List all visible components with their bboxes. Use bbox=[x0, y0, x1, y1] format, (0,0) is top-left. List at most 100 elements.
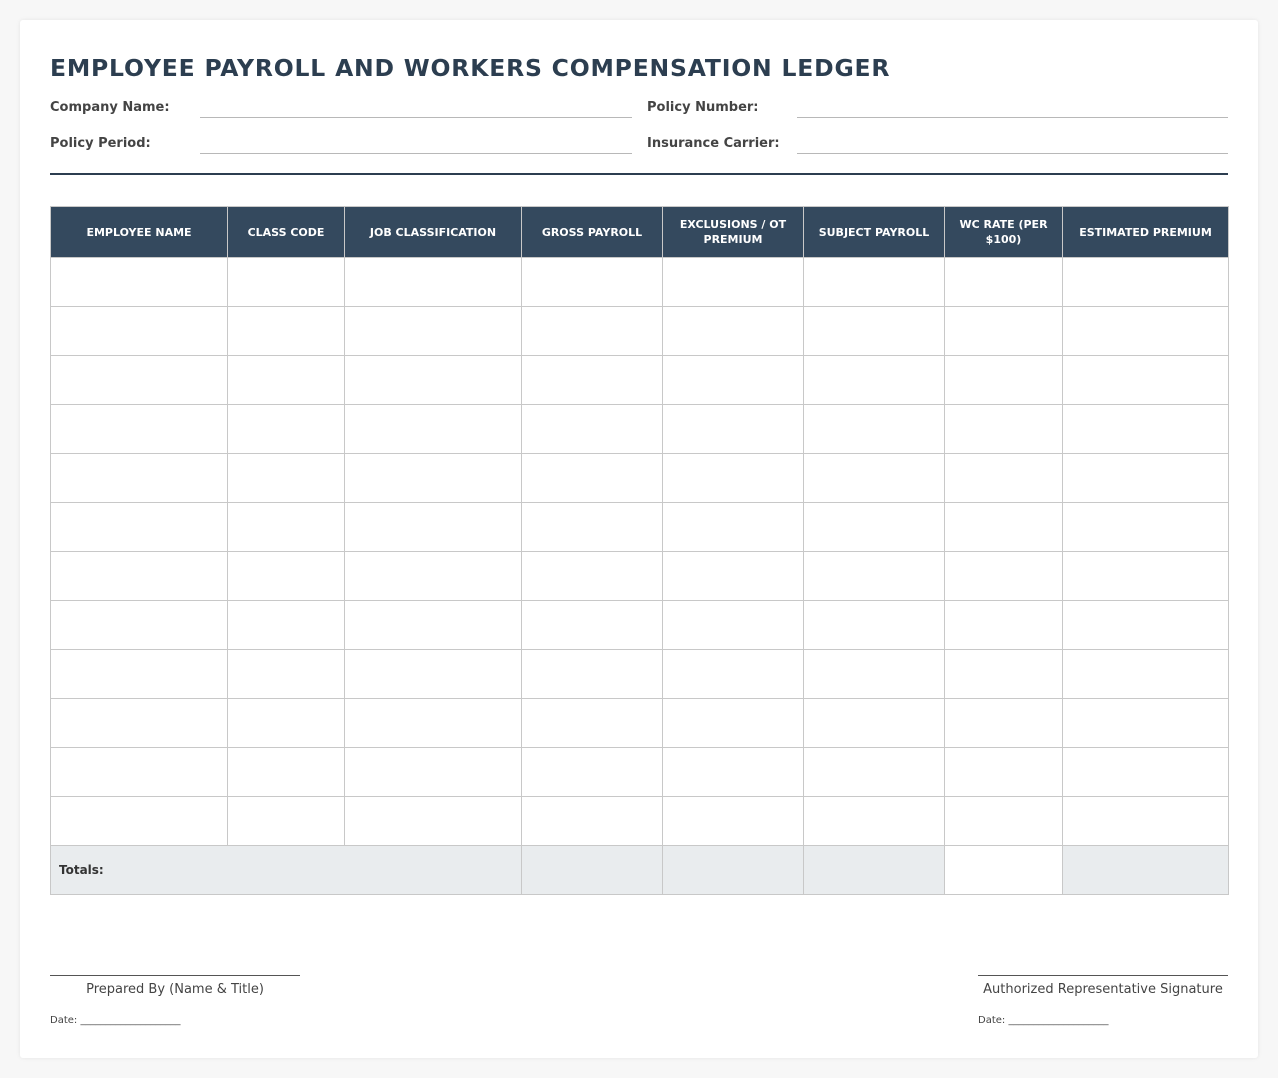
table-cell[interactable] bbox=[50, 698, 228, 748]
table-cell[interactable] bbox=[521, 551, 663, 601]
table-cell[interactable] bbox=[662, 649, 804, 699]
table-cell[interactable] bbox=[1062, 600, 1229, 650]
table-cell[interactable] bbox=[344, 600, 522, 650]
table-cell[interactable] bbox=[50, 502, 228, 552]
total-estimated-premium-cell[interactable] bbox=[1062, 845, 1229, 895]
table-cell[interactable] bbox=[344, 306, 522, 356]
total-gross-payroll-cell[interactable] bbox=[521, 845, 663, 895]
table-cell[interactable] bbox=[803, 698, 945, 748]
table-cell[interactable] bbox=[662, 551, 804, 601]
table-cell[interactable] bbox=[227, 698, 345, 748]
table-cell[interactable] bbox=[944, 257, 1063, 307]
table-cell[interactable] bbox=[50, 355, 228, 405]
table-cell[interactable] bbox=[662, 306, 804, 356]
total-exclusions-cell[interactable] bbox=[662, 845, 804, 895]
table-cell[interactable] bbox=[1062, 747, 1229, 797]
table-cell[interactable] bbox=[944, 649, 1063, 699]
table-cell[interactable] bbox=[521, 453, 663, 503]
table-cell[interactable] bbox=[1062, 453, 1229, 503]
table-cell[interactable] bbox=[50, 306, 228, 356]
table-cell[interactable] bbox=[662, 404, 804, 454]
table-cell[interactable] bbox=[227, 796, 345, 846]
table-cell[interactable] bbox=[803, 453, 945, 503]
authorized-date[interactable]: Date: ____________________ bbox=[978, 1015, 1108, 1026]
table-cell[interactable] bbox=[521, 306, 663, 356]
table-cell[interactable] bbox=[227, 257, 345, 307]
table-cell[interactable] bbox=[944, 600, 1063, 650]
authorized-signature-line[interactable] bbox=[978, 975, 1228, 976]
table-cell[interactable] bbox=[662, 257, 804, 307]
table-cell[interactable] bbox=[1062, 306, 1229, 356]
table-cell[interactable] bbox=[521, 698, 663, 748]
table-cell[interactable] bbox=[803, 306, 945, 356]
table-cell[interactable] bbox=[50, 404, 228, 454]
policy-period-field[interactable] bbox=[200, 153, 632, 154]
table-cell[interactable] bbox=[1062, 649, 1229, 699]
table-cell[interactable] bbox=[944, 502, 1063, 552]
policy-number-field[interactable] bbox=[797, 117, 1228, 118]
table-cell[interactable] bbox=[803, 796, 945, 846]
table-cell[interactable] bbox=[662, 355, 804, 405]
table-cell[interactable] bbox=[944, 698, 1063, 748]
table-cell[interactable] bbox=[344, 747, 522, 797]
table-cell[interactable] bbox=[227, 453, 345, 503]
table-cell[interactable] bbox=[944, 551, 1063, 601]
table-cell[interactable] bbox=[944, 796, 1063, 846]
table-cell[interactable] bbox=[344, 698, 522, 748]
table-cell[interactable] bbox=[803, 355, 945, 405]
table-cell[interactable] bbox=[344, 404, 522, 454]
table-cell[interactable] bbox=[344, 257, 522, 307]
table-cell[interactable] bbox=[662, 453, 804, 503]
table-cell[interactable] bbox=[521, 502, 663, 552]
table-cell[interactable] bbox=[1062, 551, 1229, 601]
table-cell[interactable] bbox=[50, 649, 228, 699]
table-cell[interactable] bbox=[803, 747, 945, 797]
table-cell[interactable] bbox=[662, 796, 804, 846]
table-cell[interactable] bbox=[227, 600, 345, 650]
table-cell[interactable] bbox=[227, 649, 345, 699]
table-cell[interactable] bbox=[521, 257, 663, 307]
table-cell[interactable] bbox=[227, 306, 345, 356]
table-cell[interactable] bbox=[227, 747, 345, 797]
table-cell[interactable] bbox=[944, 306, 1063, 356]
table-cell[interactable] bbox=[803, 600, 945, 650]
table-cell[interactable] bbox=[803, 551, 945, 601]
table-cell[interactable] bbox=[1062, 502, 1229, 552]
table-cell[interactable] bbox=[227, 551, 345, 601]
table-cell[interactable] bbox=[521, 649, 663, 699]
table-cell[interactable] bbox=[944, 404, 1063, 454]
table-cell[interactable] bbox=[521, 355, 663, 405]
table-cell[interactable] bbox=[344, 551, 522, 601]
table-cell[interactable] bbox=[944, 453, 1063, 503]
table-cell[interactable] bbox=[662, 502, 804, 552]
table-cell[interactable] bbox=[50, 747, 228, 797]
table-cell[interactable] bbox=[50, 600, 228, 650]
table-cell[interactable] bbox=[227, 502, 345, 552]
table-cell[interactable] bbox=[1062, 257, 1229, 307]
table-cell[interactable] bbox=[1062, 698, 1229, 748]
table-cell[interactable] bbox=[344, 796, 522, 846]
table-cell[interactable] bbox=[521, 796, 663, 846]
table-cell[interactable] bbox=[1062, 404, 1229, 454]
table-cell[interactable] bbox=[1062, 355, 1229, 405]
table-cell[interactable] bbox=[227, 355, 345, 405]
prepared-by-signature-line[interactable] bbox=[50, 975, 300, 976]
insurance-carrier-field[interactable] bbox=[797, 153, 1228, 154]
table-cell[interactable] bbox=[944, 747, 1063, 797]
table-cell[interactable] bbox=[50, 257, 228, 307]
table-cell[interactable] bbox=[344, 649, 522, 699]
table-cell[interactable] bbox=[803, 502, 945, 552]
table-cell[interactable] bbox=[344, 453, 522, 503]
table-cell[interactable] bbox=[50, 551, 228, 601]
table-cell[interactable] bbox=[662, 747, 804, 797]
table-cell[interactable] bbox=[50, 453, 228, 503]
table-cell[interactable] bbox=[662, 698, 804, 748]
prepared-by-date[interactable]: Date: ____________________ bbox=[50, 1015, 180, 1026]
table-cell[interactable] bbox=[521, 404, 663, 454]
table-cell[interactable] bbox=[521, 747, 663, 797]
table-cell[interactable] bbox=[344, 355, 522, 405]
table-cell[interactable] bbox=[803, 257, 945, 307]
table-cell[interactable] bbox=[662, 600, 804, 650]
table-cell[interactable] bbox=[944, 355, 1063, 405]
table-cell[interactable] bbox=[50, 796, 228, 846]
